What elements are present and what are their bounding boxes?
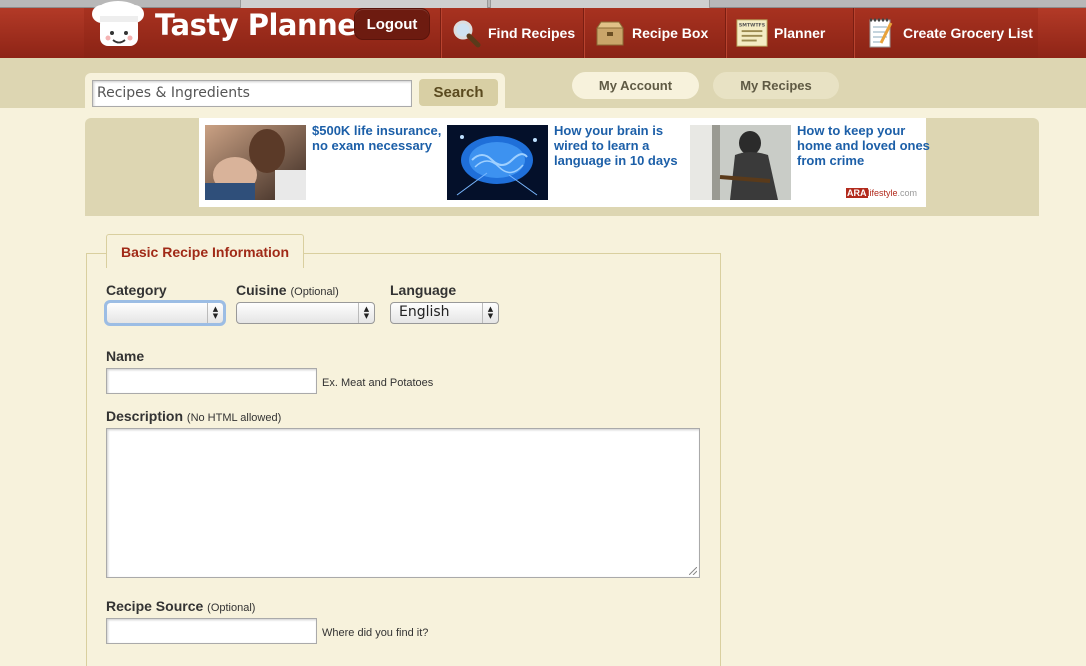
ad-link[interactable]: $500K life insurance, no exam necessary bbox=[312, 123, 447, 153]
description-label: Description (No HTML allowed) bbox=[106, 408, 281, 424]
nav-find-recipes[interactable]: Find Recipes bbox=[450, 8, 580, 58]
language-select[interactable]: English ▲ ▼ bbox=[390, 302, 499, 324]
nav-label: Planner bbox=[774, 25, 826, 41]
select-arrows-icon: ▲ ▼ bbox=[358, 303, 374, 323]
my-account-link[interactable]: My Account bbox=[572, 72, 699, 99]
ara-logo-word: lifestyle bbox=[867, 188, 898, 198]
name-label: Name bbox=[106, 348, 145, 364]
chef-hat-logo-icon[interactable] bbox=[88, 0, 150, 50]
ara-logo-mark: ARA bbox=[846, 188, 868, 198]
ad-image-family[interactable] bbox=[205, 125, 306, 200]
recipe-source-label: Recipe Source (Optional) bbox=[106, 598, 255, 614]
select-arrows-icon: ▲ ▼ bbox=[207, 303, 223, 323]
ad-link[interactable]: How your brain is wired to learn a langu… bbox=[554, 123, 689, 168]
ara-lifestyle-logo[interactable]: ARAlifestyle.com bbox=[846, 188, 917, 198]
cuisine-select[interactable]: ▲ ▼ bbox=[236, 302, 375, 324]
language-value: English bbox=[399, 304, 450, 320]
ad-link[interactable]: How to keep your home and loved ones fro… bbox=[797, 123, 932, 168]
nav-divider bbox=[725, 8, 726, 58]
recipe-source-input[interactable] bbox=[106, 618, 317, 644]
search-input[interactable]: Recipes & Ingredients bbox=[92, 80, 412, 107]
calendar-day-letters: SMTWTFS bbox=[739, 22, 766, 28]
cuisine-label-text: Cuisine bbox=[236, 282, 287, 298]
nav-planner[interactable]: SMTWTFS Planner bbox=[736, 8, 848, 58]
name-hint: Ex. Meat and Potatoes bbox=[322, 377, 434, 389]
description-label-text: Description bbox=[106, 408, 184, 424]
nav-divider bbox=[583, 8, 584, 58]
recipe-source-label-text: Recipe Source bbox=[106, 598, 204, 614]
nav-divider bbox=[853, 8, 854, 58]
search-button[interactable]: Search bbox=[419, 79, 498, 106]
nav-label: Recipe Box bbox=[632, 25, 709, 41]
tab-basic-recipe-information[interactable]: Basic Recipe Information bbox=[106, 234, 304, 268]
recipe-source-hint: Where did you find it? bbox=[322, 627, 429, 639]
description-textarea[interactable] bbox=[106, 428, 700, 578]
nav-create-grocery-list[interactable]: Create Grocery List bbox=[865, 8, 1035, 58]
my-recipes-link[interactable]: My Recipes bbox=[713, 72, 839, 99]
browser-tab[interactable] bbox=[240, 0, 488, 8]
select-arrows-icon: ▲ ▼ bbox=[482, 303, 498, 323]
name-input[interactable] bbox=[106, 368, 317, 394]
nav-divider bbox=[440, 8, 441, 58]
nav-label: Find Recipes bbox=[488, 25, 576, 41]
description-note: (No HTML allowed) bbox=[186, 412, 282, 424]
notepad-icon bbox=[865, 17, 897, 49]
logout-button[interactable]: Logout bbox=[354, 8, 430, 40]
browser-tab-strip bbox=[0, 0, 1086, 8]
box-icon bbox=[594, 17, 626, 49]
ad-image-burglar[interactable] bbox=[690, 125, 791, 200]
resize-grip-icon[interactable] bbox=[689, 567, 697, 575]
category-label: Category bbox=[106, 282, 167, 298]
nav-label: Create Grocery List bbox=[903, 25, 1033, 41]
magnifier-icon bbox=[450, 17, 482, 49]
calendar-icon: SMTWTFS bbox=[736, 17, 768, 49]
language-label: Language bbox=[390, 282, 457, 298]
cuisine-optional-note: (Optional) bbox=[290, 286, 339, 298]
site-logo-text[interactable]: Tasty Planner bbox=[155, 8, 371, 42]
ad-image-brain[interactable] bbox=[447, 125, 548, 200]
nav-recipe-box[interactable]: Recipe Box bbox=[594, 8, 724, 58]
cuisine-label: Cuisine (Optional) bbox=[236, 282, 339, 298]
recipe-source-optional-note: (Optional) bbox=[207, 602, 256, 614]
ara-logo-suffix: .com bbox=[897, 188, 918, 198]
browser-tab[interactable] bbox=[490, 0, 710, 8]
category-select[interactable]: ▲ ▼ bbox=[104, 300, 226, 326]
